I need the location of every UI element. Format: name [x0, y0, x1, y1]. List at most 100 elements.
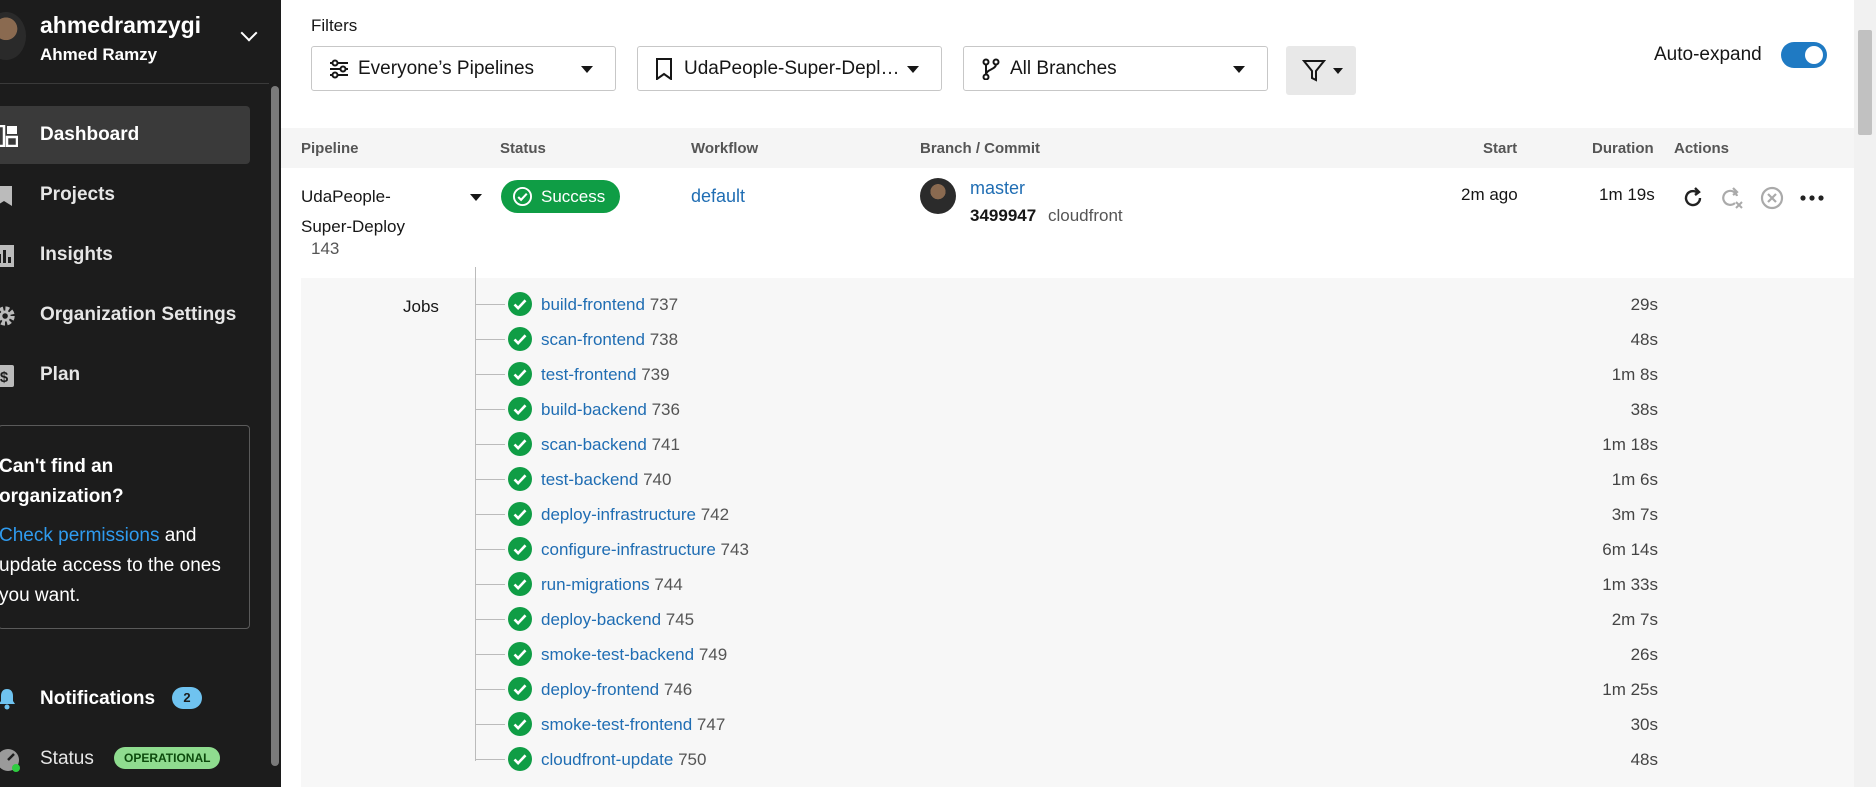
branch-link[interactable]: master — [970, 178, 1025, 199]
check-permissions-link[interactable]: Check permissions — [0, 525, 160, 546]
sidebar-item-projects[interactable]: Projects — [0, 166, 250, 224]
scrollbar-thumb[interactable] — [1858, 30, 1872, 135]
job-duration: 1m 8s — [1611, 365, 1658, 384]
caret-down-icon — [1233, 66, 1245, 73]
page-scrollbar[interactable] — [1854, 0, 1876, 787]
rerun-failed-icon[interactable] — [1719, 185, 1745, 211]
job-name: test-frontend — [541, 365, 637, 384]
notifications-link[interactable]: Notifications — [40, 688, 155, 710]
branch-icon — [982, 58, 1000, 80]
commit-author-avatar — [920, 178, 956, 214]
job-duration: 2m 7s — [1611, 610, 1658, 629]
auto-expand-label: Auto-expand — [1654, 44, 1762, 65]
pipeline-name-link[interactable]: UdaPeople- Super-Deploy — [301, 182, 421, 242]
job-duration: 6m 14s — [1602, 540, 1658, 559]
job-number: 741 — [651, 435, 680, 454]
sidebar-scrollbar[interactable] — [269, 0, 281, 787]
job-name: deploy-backend — [541, 610, 662, 629]
check-circle-icon — [508, 432, 532, 456]
tree-branch-line — [475, 409, 505, 410]
workflow-link[interactable]: default — [691, 186, 745, 207]
pipeline-name-line1: UdaPeople- — [301, 187, 391, 206]
job-number: 739 — [641, 365, 670, 384]
job-row: deploy-backend 745 2m 7s — [281, 603, 1854, 638]
job-name: smoke-test-backend — [541, 645, 695, 664]
cancel-icon[interactable] — [1759, 185, 1785, 211]
job-number: 746 — [663, 680, 693, 699]
job-name-link[interactable]: run-migrations 744 — [541, 575, 683, 595]
job-name-link[interactable]: scan-backend 741 — [541, 435, 680, 455]
notification-count-badge: 2 — [172, 687, 202, 709]
job-number: 736 — [651, 400, 680, 419]
dollar-icon: $ — [0, 365, 14, 387]
help-title: Can't find an organization? — [0, 456, 124, 507]
user-menu[interactable]: ahmedramzygi Ahmed Ramzy — [0, 0, 269, 84]
chevron-down-icon[interactable] — [240, 24, 258, 42]
svg-text:$: $ — [0, 369, 9, 386]
pipelines-filter-value: Everyone’s Pipelines — [358, 57, 535, 79]
status-label[interactable]: Status — [40, 748, 94, 770]
branch-filter-value: All Branches — [1010, 57, 1117, 79]
job-name-link[interactable]: build-backend 736 — [541, 400, 680, 420]
sidebar-item-dashboard[interactable]: Dashboard — [0, 106, 250, 164]
gear-icon — [0, 306, 15, 326]
main-content: Filters Everyone’s Pipelines UdaPeople-S… — [281, 0, 1876, 787]
sidebar: ahmedramzygi Ahmed Ramzy Dashboard Proje… — [0, 0, 281, 787]
job-name-link[interactable]: test-backend 740 — [541, 470, 671, 490]
job-name-link[interactable]: test-frontend 739 — [541, 365, 670, 385]
sidebar-item-plan[interactable]: $ Plan — [0, 346, 250, 404]
job-name: cloudfront-update — [541, 750, 674, 769]
help-text: Check permissions and update access to t… — [0, 521, 239, 611]
commit-message: cloudfront — [1048, 206, 1123, 225]
job-number: 740 — [643, 470, 672, 489]
pipelines-filter-dropdown[interactable]: Everyone’s Pipelines — [311, 46, 616, 91]
job-duration: 29s — [1630, 295, 1658, 314]
job-name: test-backend — [541, 470, 639, 489]
job-duration: 1m 6s — [1611, 470, 1658, 489]
job-name-link[interactable]: scan-frontend 738 — [541, 330, 678, 350]
tree-branch-line — [475, 339, 505, 340]
tree-branch-line — [475, 304, 505, 305]
check-circle-icon — [508, 747, 532, 771]
more-options-icon[interactable] — [1799, 185, 1825, 211]
tree-branch-line — [475, 724, 505, 725]
pipeline-name-line2: Super-Deploy — [301, 217, 405, 236]
check-circle-icon — [508, 292, 532, 316]
caret-down-icon[interactable] — [470, 194, 482, 201]
job-row: test-frontend 739 1m 8s — [281, 358, 1854, 393]
job-name-link[interactable]: deploy-frontend 746 — [541, 680, 692, 700]
sidebar-item-label: Plan — [40, 364, 81, 385]
sidebar-item-insights[interactable]: Insights — [0, 226, 250, 284]
bell-icon — [0, 689, 15, 710]
job-name-link[interactable]: build-frontend 737 — [541, 295, 678, 315]
tree-branch-line — [475, 689, 505, 690]
col-workflow: Workflow — [691, 140, 759, 157]
job-name-link[interactable]: cloudfront-update 750 — [541, 750, 706, 770]
job-name-link[interactable]: configure-infrastructure 743 — [541, 540, 749, 560]
job-row: configure-infrastructure 743 6m 14s — [281, 533, 1854, 568]
table-header: Pipeline Status Workflow Branch / Commit… — [281, 128, 1854, 168]
job-row: run-migrations 744 1m 33s — [281, 568, 1854, 603]
check-circle-icon — [513, 187, 532, 206]
job-name-link[interactable]: deploy-infrastructure 742 — [541, 505, 729, 525]
rerun-icon[interactable] — [1680, 185, 1706, 211]
job-duration: 3m 7s — [1611, 505, 1658, 524]
filter-menu-button[interactable] — [1286, 46, 1356, 95]
job-name-link[interactable]: smoke-test-backend 749 — [541, 645, 727, 665]
job-name: scan-backend — [541, 435, 647, 454]
scrollbar-thumb[interactable] — [271, 86, 279, 766]
commit-sha[interactable]: 3499947 — [970, 206, 1036, 226]
job-row: build-frontend 737 29s — [281, 288, 1854, 323]
job-duration: 30s — [1630, 715, 1658, 734]
branch-filter-dropdown[interactable]: All Branches — [963, 46, 1268, 91]
project-filter-dropdown[interactable]: UdaPeople-Super-Depl… — [637, 46, 942, 91]
job-name-link[interactable]: smoke-test-frontend 747 — [541, 715, 725, 735]
funnel-icon — [1302, 60, 1326, 82]
job-name-link[interactable]: deploy-backend 745 — [541, 610, 694, 630]
job-name: run-migrations — [541, 575, 650, 594]
auto-expand-toggle[interactable] — [1781, 42, 1827, 68]
status-badge-success[interactable]: Success — [501, 180, 621, 213]
col-actions: Actions — [1674, 140, 1730, 157]
tree-branch-line — [475, 759, 505, 760]
sidebar-item-organization-settings[interactable]: Organization Settings — [0, 286, 250, 344]
